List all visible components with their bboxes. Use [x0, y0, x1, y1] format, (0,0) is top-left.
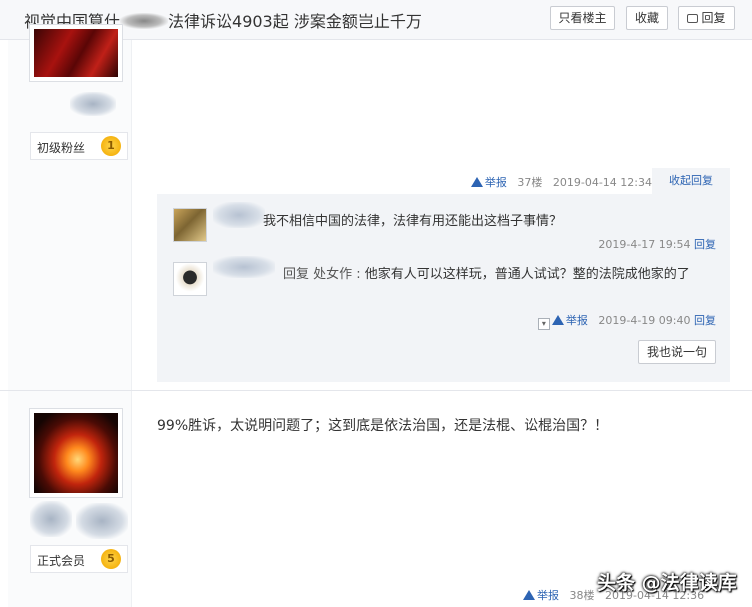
warning-icon — [523, 590, 535, 600]
reply-button[interactable]: 回复 — [678, 6, 735, 30]
report-link[interactable]: 举报 — [523, 589, 559, 602]
avatar[interactable] — [29, 24, 123, 82]
sub-reply-reply-link[interactable]: 回复 — [694, 314, 716, 327]
only-op-button[interactable]: 只看楼主 — [550, 6, 615, 30]
sub-reply-avatar[interactable] — [173, 208, 207, 242]
collapse-replies-button[interactable]: 收起回复 — [652, 168, 730, 194]
sub-reply-avatar[interactable] — [173, 262, 207, 296]
post-time: 2019-04-14 12:34 — [552, 176, 652, 189]
post-content: 99%胜诉，太说明问题了；这到底是依法治国，还是法棍、讼棍治国？！ — [157, 418, 609, 434]
reply-icon — [687, 14, 699, 23]
reply-button-label: 回复 — [701, 11, 726, 25]
username-blurred — [30, 501, 72, 537]
sub-reply-reply-link[interactable]: 回复 — [694, 238, 716, 251]
avatar[interactable] — [29, 408, 123, 498]
sub-reply-body: 他家有人可以这样玩，普通人试试？整的法院成他家的了 — [364, 267, 690, 282]
chevron-down-icon[interactable]: ▾ — [537, 318, 550, 330]
floor-number: 38楼 — [569, 589, 595, 602]
avatar-image — [34, 29, 118, 77]
author-panel: 初级粉丝 1 — [8, 24, 132, 390]
sub-reply-text: 我不相信中国的法律，法律有用还能出这档子事情？ — [263, 214, 563, 229]
sub-reply-meta: 2019-4-17 19:54 回复 — [598, 236, 716, 252]
report-link[interactable]: 举报 — [551, 314, 588, 327]
report-label: 举报 — [484, 176, 507, 189]
username-blurred — [213, 202, 265, 228]
reply-prefix: 回复 处女作 : — [283, 267, 365, 282]
level-star-icon: 5 — [101, 549, 121, 569]
sub-reply-time: 2019-4-17 19:54 — [598, 238, 691, 251]
sub-reply-time: 2019-4-19 09:40 — [598, 314, 691, 327]
rank-badge: 正式会员 5 — [30, 545, 128, 573]
title-blur — [120, 13, 169, 29]
rank-badge: 初级粉丝 1 — [30, 132, 128, 160]
report-link[interactable]: 举报 — [470, 176, 507, 189]
username-blurred — [213, 256, 275, 278]
rank-label: 初级粉丝 — [37, 141, 86, 155]
warning-icon — [551, 315, 564, 325]
title-part-2: 法律诉讼4903起 涉案金额岂止千万 — [168, 12, 422, 31]
add-comment-button[interactable]: 我也说一句 — [638, 340, 716, 364]
sub-replies-panel: 我不相信中国的法律，法律有用还能出这档子事情？ 2019-4-17 19:54 … — [157, 194, 730, 382]
report-label: 举报 — [565, 314, 588, 327]
favorite-button[interactable]: 收藏 — [626, 6, 668, 30]
username-blurred — [76, 503, 128, 539]
report-label: 举报 — [537, 589, 559, 602]
rank-label: 正式会员 — [37, 554, 86, 568]
post-floor-37: 初级粉丝 1 举报 37楼 2019-04-14 12:34 收起回复 我不相信… — [0, 24, 752, 390]
sub-reply-text: 回复 处女作 : 他家有人可以这样玩，普通人试试？整的法院成他家的了 — [283, 265, 723, 284]
level-star-icon: 1 — [101, 136, 121, 156]
warning-icon — [470, 177, 483, 187]
floor-number: 37楼 — [517, 176, 543, 189]
source-watermark: 头条 @法律读库 — [597, 572, 737, 594]
username-blurred — [70, 92, 116, 116]
author-panel: 正式会员 5 — [8, 391, 132, 607]
avatar-image — [34, 413, 118, 493]
post-meta: 举报 37楼 2019-04-14 12:34 — [470, 174, 652, 190]
sub-reply-meta: ▾ 举报 2019-4-19 09:40 回复 — [537, 312, 716, 330]
